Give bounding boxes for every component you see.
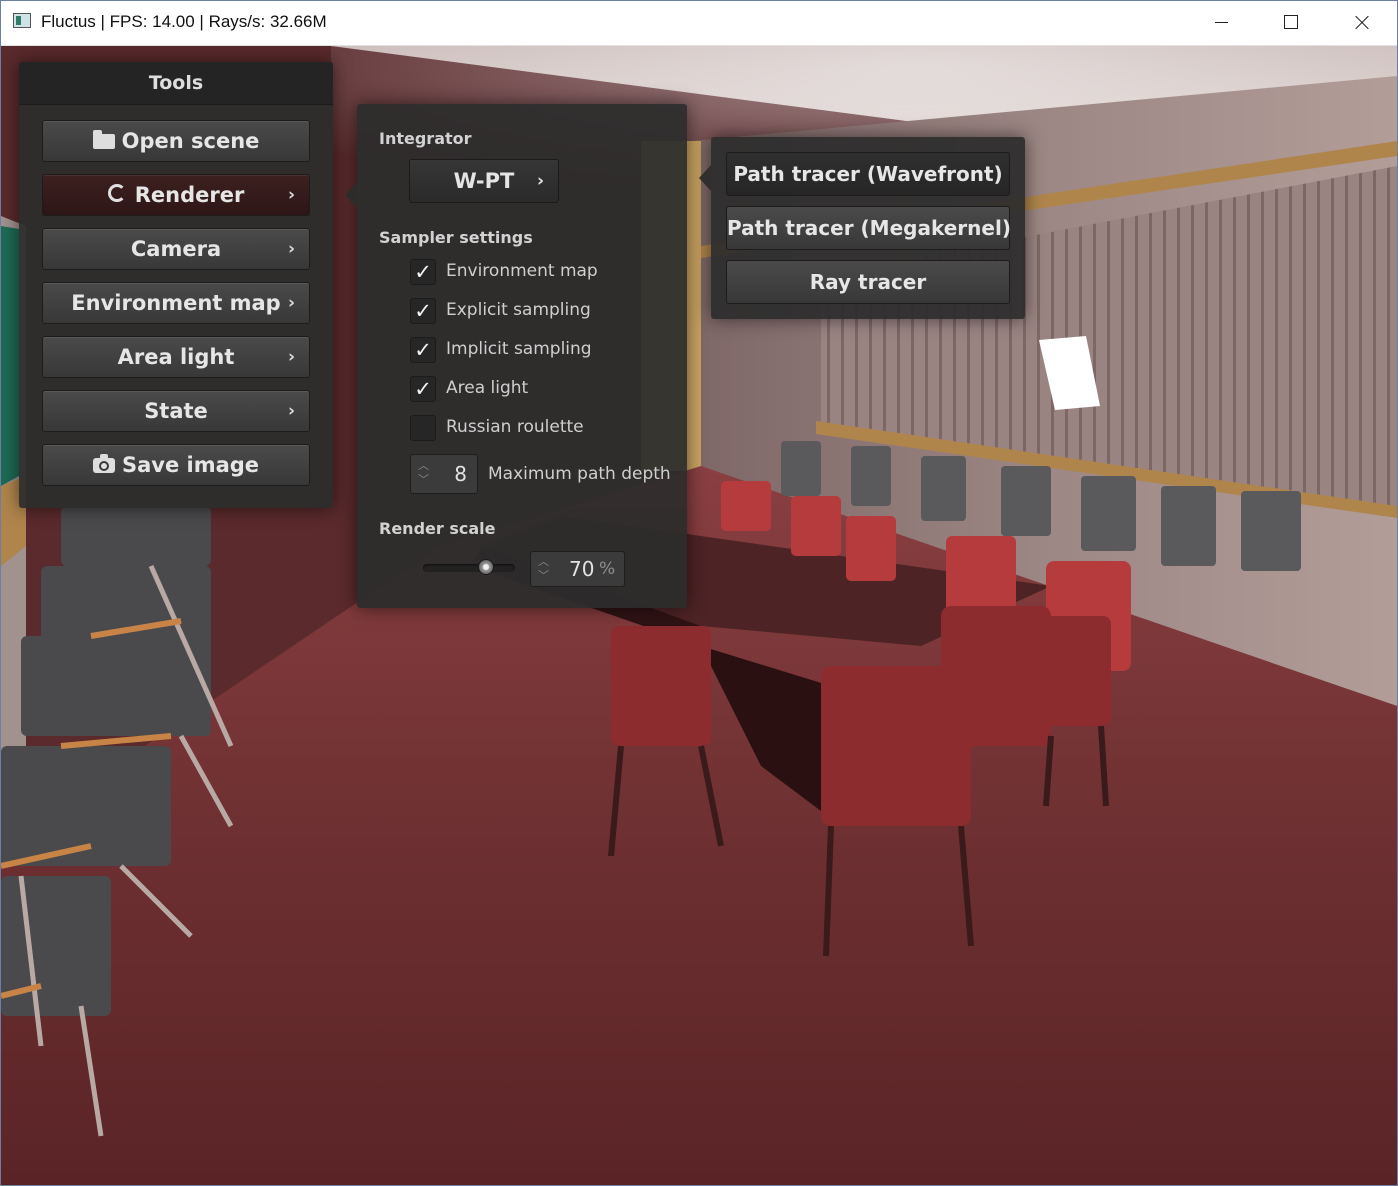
integrator-menu-panel: Path tracer (Wavefront) Path tracer (Meg…: [699, 137, 1025, 319]
environment-map-label: Environment map: [71, 291, 281, 315]
open-scene-button[interactable]: Open scene: [42, 120, 310, 162]
chevron-right-icon: ›: [287, 293, 295, 313]
renderer-button[interactable]: Renderer ›: [42, 174, 310, 216]
max-path-depth-label: Maximum path depth: [488, 464, 671, 484]
implicit-sampling-checkbox[interactable]: ✓: [410, 337, 436, 363]
tools-panel-header: Tools: [19, 62, 333, 105]
max-path-depth-spinner[interactable]: ︿ ﹀ 8: [410, 454, 478, 494]
chevron-right-icon: ›: [536, 171, 544, 191]
integrator-dropdown-button[interactable]: W-PT ›: [409, 159, 559, 203]
window-title: Fluctus | FPS: 14.00 | Rays/s: 32.66M: [41, 12, 327, 31]
environment-map-button[interactable]: Environment map ›: [42, 282, 310, 324]
implicit-sampling-label: Implicit sampling: [446, 339, 592, 359]
area-light-checkbox[interactable]: ✓: [410, 376, 436, 402]
path-tracer-wavefront-label: Path tracer (Wavefront): [733, 162, 1003, 186]
russian-roulette-checkbox[interactable]: [410, 415, 436, 441]
chevron-right-icon: ›: [287, 185, 295, 205]
spinner-arrows-icon[interactable]: ︿ ﹀: [418, 459, 429, 487]
render-scale-input[interactable]: ︿ ﹀ 70 %: [530, 551, 625, 587]
window-titlebar: Fluctus | FPS: 14.00 | Rays/s: 32.66M: [0, 0, 1398, 46]
panel-pointer: [345, 182, 357, 208]
sampler-settings-label: Sampler settings: [379, 228, 533, 247]
open-scene-label: Open scene: [121, 129, 260, 153]
tools-panel-title: Tools: [148, 72, 204, 94]
state-button[interactable]: State ›: [42, 390, 310, 432]
render-scale-slider-handle[interactable]: [477, 559, 494, 575]
chevron-right-icon: ›: [287, 239, 295, 259]
area-light-button[interactable]: Area light ›: [42, 336, 310, 378]
close-icon[interactable]: [1326, 0, 1396, 45]
spinner-arrows-icon[interactable]: ︿ ﹀: [538, 555, 549, 583]
refresh-icon: [107, 184, 126, 202]
ray-tracer-label: Ray tracer: [809, 270, 927, 294]
explicit-sampling-label: Explicit sampling: [446, 300, 591, 320]
environment-map-checkbox[interactable]: ✓: [410, 259, 436, 285]
ray-tracer-button[interactable]: Ray tracer: [726, 260, 1010, 304]
path-tracer-megakernel-button[interactable]: Path tracer (Megakernel): [726, 206, 1011, 250]
chevron-right-icon: ›: [287, 347, 295, 367]
maximize-icon[interactable]: [1256, 0, 1326, 45]
camera-button[interactable]: Camera ›: [42, 228, 310, 270]
save-image-button[interactable]: Save image: [42, 444, 310, 486]
render-scale-value: 70: [569, 557, 595, 581]
state-label: State: [144, 399, 208, 423]
max-path-depth-value: 8: [454, 462, 467, 486]
area-light-label: Area light: [117, 345, 235, 369]
folder-icon: [92, 130, 115, 149]
render-scale-slider-track[interactable]: [423, 564, 515, 572]
renderer-settings-panel: Integrator W-PT › Sampler settings ✓ Env…: [345, 104, 687, 608]
save-image-label: Save image: [121, 453, 260, 477]
area-light-option-label: Area light: [446, 378, 529, 398]
minimize-icon[interactable]: [1186, 0, 1256, 45]
integrator-value: W-PT: [453, 169, 515, 193]
tools-panel: Tools Open scene Renderer › Camera › Env…: [19, 62, 333, 508]
render-scale-unit: %: [599, 559, 616, 579]
camera-label: Camera: [130, 237, 222, 261]
camera-icon: [92, 454, 115, 473]
render-scale-label: Render scale: [379, 519, 496, 538]
panel-pointer: [699, 165, 711, 191]
explicit-sampling-checkbox[interactable]: ✓: [410, 298, 436, 324]
chevron-right-icon: ›: [287, 401, 295, 421]
russian-roulette-label: Russian roulette: [446, 417, 584, 437]
integrator-label: Integrator: [379, 129, 472, 148]
fluctus-app-icon: [13, 13, 31, 28]
renderer-label: Renderer: [134, 183, 245, 207]
path-tracer-wavefront-button[interactable]: Path tracer (Wavefront): [726, 152, 1010, 196]
path-tracer-megakernel-label: Path tracer (Megakernel): [727, 216, 1011, 240]
environment-map-option-label: Environment map: [446, 261, 598, 281]
